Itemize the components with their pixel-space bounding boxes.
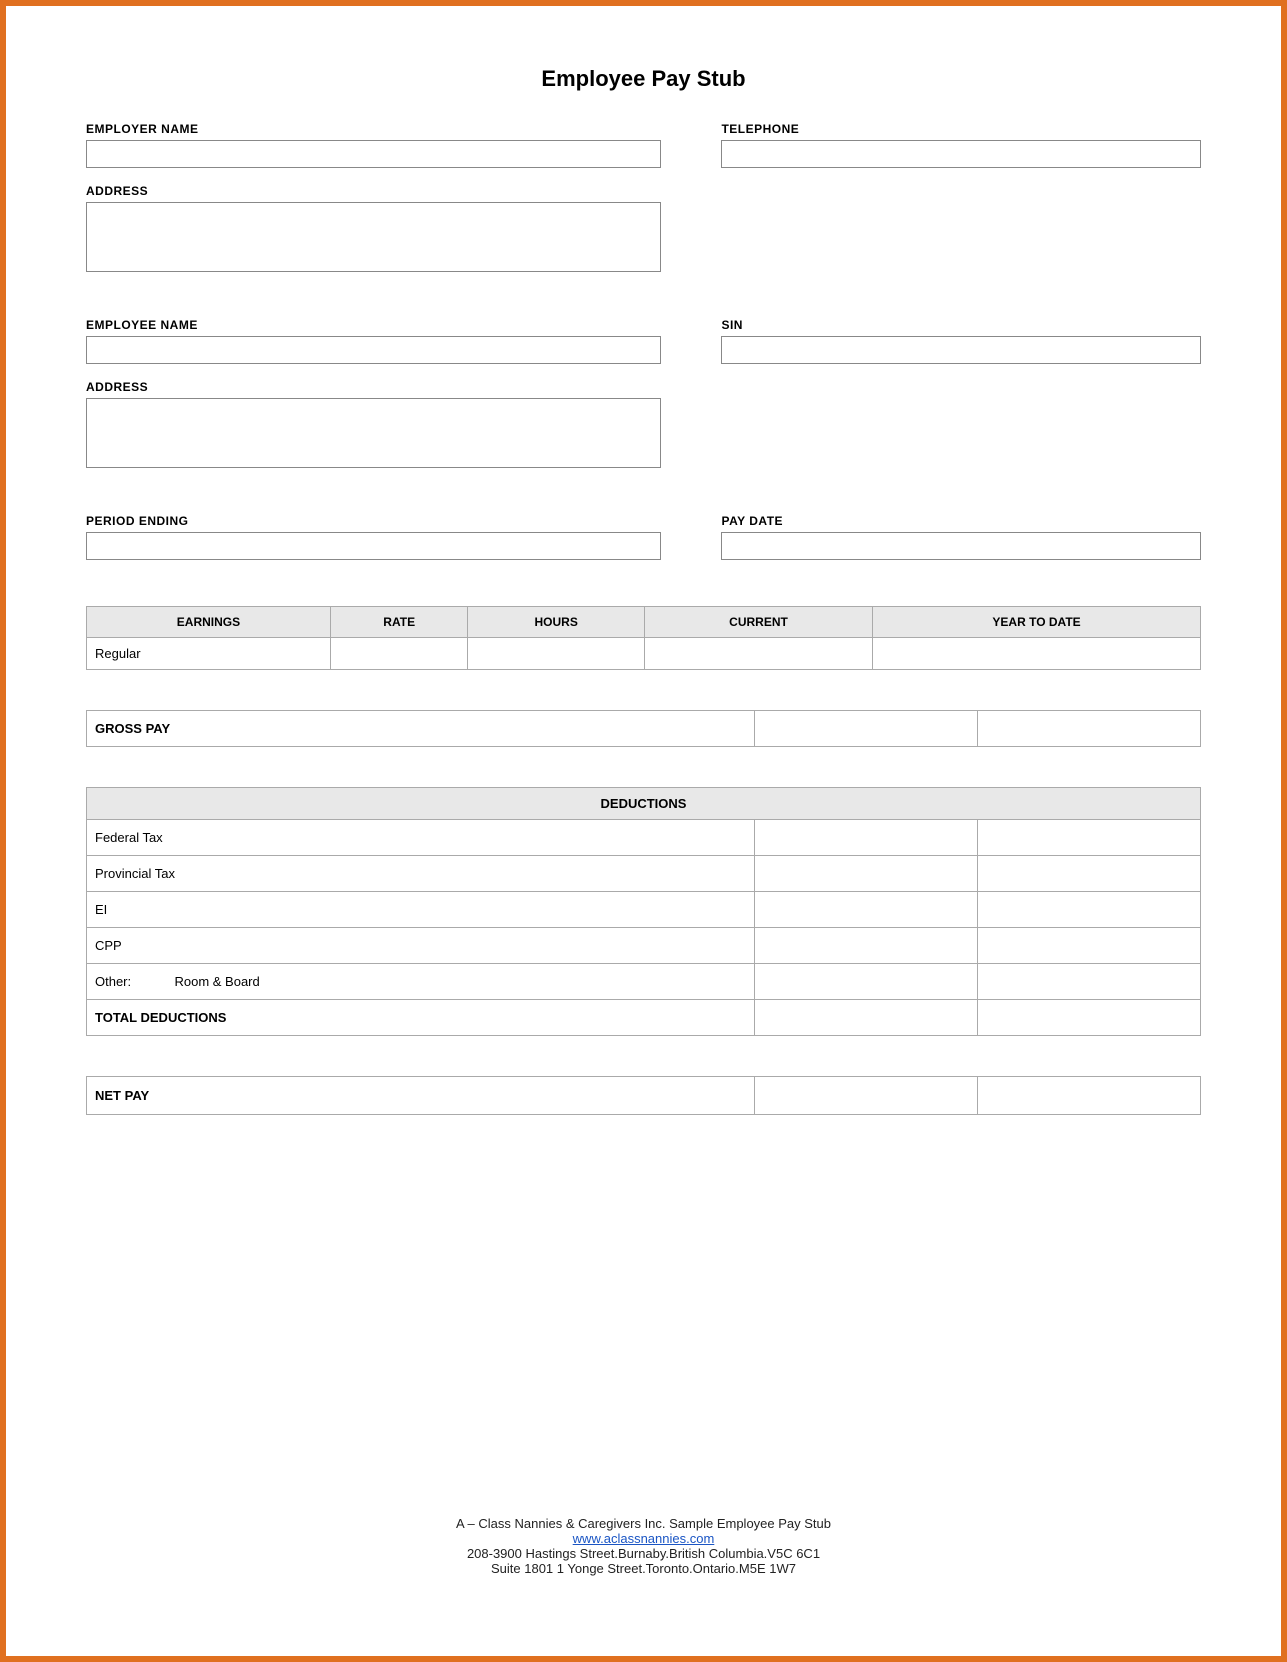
total-deductions-ytd[interactable] [978,1000,1201,1036]
gross-pay-row: GROSS PAY [87,711,1201,747]
earnings-col-header: EARNINGS [87,607,331,638]
pay-date-group: PAY DATE [721,514,1201,560]
total-deductions-row: TOTAL DEDUCTIONS [87,1000,1201,1036]
deductions-header: DEDUCTIONS [87,788,1201,820]
ytd-col-header: YEAR TO DATE [873,607,1201,638]
regular-ytd[interactable] [873,638,1201,670]
period-section: PERIOD ENDING PAY DATE [86,514,1201,576]
deductions-header-row: DEDUCTIONS [87,788,1201,820]
period-ending-label: PERIOD ENDING [86,514,661,528]
gross-pay-label: GROSS PAY [87,711,755,747]
employer-address-right-spacer [721,184,1201,272]
pay-date-label: PAY DATE [721,514,1201,528]
employer-address-group: ADDRESS [86,184,661,272]
current-col-header: CURRENT [644,607,872,638]
employer-name-group: EMPLOYER NAME [86,122,661,168]
room-board-text: Room & Board [174,974,259,989]
employer-address-label: ADDRESS [86,184,661,198]
federal-tax-current[interactable] [755,820,978,856]
telephone-label: TELEPHONE [721,122,1201,136]
sin-input[interactable] [721,336,1201,364]
employee-name-group: EMPLOYEE NAME [86,318,661,364]
footer: A – Class Nannies & Caregivers Inc. Samp… [456,1516,831,1596]
ei-ytd[interactable] [978,892,1201,928]
employer-name-label: EMPLOYER NAME [86,122,661,136]
regular-label: Regular [87,638,331,670]
regular-current[interactable] [644,638,872,670]
federal-tax-label: Federal Tax [87,820,755,856]
cpp-current[interactable] [755,928,978,964]
cpp-row: CPP [87,928,1201,964]
page-title: Employee Pay Stub [541,66,745,92]
ei-label: EI [87,892,755,928]
employer-address-input[interactable] [86,202,661,272]
employee-address-group: ADDRESS [86,380,661,468]
employee-address-right-spacer [721,380,1201,468]
deductions-wrapper: DEDUCTIONS Federal Tax Provincial Tax EI [86,787,1201,1056]
employee-name-sin-row: EMPLOYEE NAME SIN [86,318,1201,364]
footer-line3: Suite 1801 1 Yonge Street.Toronto.Ontari… [456,1561,831,1576]
sin-label: SIN [721,318,1201,332]
regular-rate[interactable] [330,638,468,670]
deductions-table: DEDUCTIONS Federal Tax Provincial Tax EI [86,787,1201,1036]
sin-group: SIN [721,318,1201,364]
rate-col-header: RATE [330,607,468,638]
employee-address-input[interactable] [86,398,661,468]
ei-row: EI [87,892,1201,928]
other-text: Other: [95,974,131,989]
other-ytd[interactable] [978,964,1201,1000]
ei-current[interactable] [755,892,978,928]
total-deductions-current[interactable] [755,1000,978,1036]
net-pay-current[interactable] [755,1077,978,1115]
employer-address-row: ADDRESS [86,184,1201,272]
earnings-header-row: EARNINGS RATE HOURS CURRENT YEAR TO DATE [87,607,1201,638]
gross-pay-ytd[interactable] [978,711,1201,747]
hours-col-header: HOURS [468,607,644,638]
net-pay-row: NET PAY [87,1077,1201,1115]
employee-section: EMPLOYEE NAME SIN ADDRESS [86,318,1201,484]
other-label: Other: Room & Board [87,964,755,1000]
provincial-tax-row: Provincial Tax [87,856,1201,892]
other-current[interactable] [755,964,978,1000]
employee-address-label: ADDRESS [86,380,661,394]
earnings-table: EARNINGS RATE HOURS CURRENT YEAR TO DATE… [86,606,1201,670]
telephone-group: TELEPHONE [721,122,1201,168]
earnings-table-wrapper: EARNINGS RATE HOURS CURRENT YEAR TO DATE… [86,606,1201,670]
employee-address-row: ADDRESS [86,380,1201,468]
net-pay-ytd[interactable] [978,1077,1201,1115]
employee-name-label: EMPLOYEE NAME [86,318,661,332]
employer-section: EMPLOYER NAME TELEPHONE ADDRESS [86,122,1201,288]
page-container: Employee Pay Stub EMPLOYER NAME TELEPHON… [0,0,1287,1662]
provincial-tax-current[interactable] [755,856,978,892]
period-ending-group: PERIOD ENDING [86,514,661,560]
other-row: Other: Room & Board [87,964,1201,1000]
regular-row: Regular [87,638,1201,670]
period-row: PERIOD ENDING PAY DATE [86,514,1201,560]
provincial-tax-ytd[interactable] [978,856,1201,892]
employer-name-input[interactable] [86,140,661,168]
footer-link-wrapper: www.aclassnannies.com [456,1531,831,1546]
cpp-ytd[interactable] [978,928,1201,964]
regular-hours[interactable] [468,638,644,670]
federal-tax-row: Federal Tax [87,820,1201,856]
footer-line2: 208-3900 Hastings Street.Burnaby.British… [456,1546,831,1561]
footer-link[interactable]: www.aclassnannies.com [573,1531,715,1546]
employee-name-input[interactable] [86,336,661,364]
footer-line1: A – Class Nannies & Caregivers Inc. Samp… [456,1516,831,1531]
gross-pay-current[interactable] [755,711,978,747]
net-pay-table: NET PAY [86,1076,1201,1115]
period-ending-input[interactable] [86,532,661,560]
net-pay-wrapper: NET PAY [86,1076,1201,1155]
gross-pay-wrapper: GROSS PAY [86,690,1201,767]
employer-name-telephone-row: EMPLOYER NAME TELEPHONE [86,122,1201,168]
provincial-tax-label: Provincial Tax [87,856,755,892]
pay-date-input[interactable] [721,532,1201,560]
telephone-input[interactable] [721,140,1201,168]
total-deductions-label: TOTAL DEDUCTIONS [87,1000,755,1036]
cpp-label: CPP [87,928,755,964]
net-pay-label: NET PAY [87,1077,755,1115]
gross-pay-table: GROSS PAY [86,710,1201,747]
federal-tax-ytd[interactable] [978,820,1201,856]
